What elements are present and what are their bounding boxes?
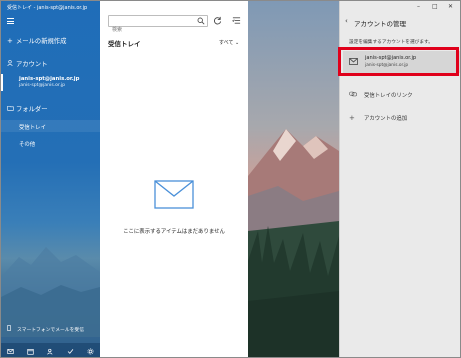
search-input[interactable] <box>109 25 194 35</box>
plus-icon: + <box>349 114 355 122</box>
close-icon[interactable]: ✕ <box>448 3 453 10</box>
folder-icon <box>7 105 16 113</box>
hamburger-menu-icon[interactable] <box>7 18 14 24</box>
background-landscape-image <box>248 1 339 357</box>
empty-envelope-icon <box>154 180 194 209</box>
add-account-button[interactable]: + アカウントの追加 <box>349 114 407 122</box>
new-mail-label: メールの新規作成 <box>16 38 67 45</box>
chevron-left-icon[interactable]: ‹ <box>345 17 348 25</box>
calendar-icon[interactable] <box>27 348 34 355</box>
filter-label: すべて <box>219 40 234 46</box>
link-inboxes-label: 受信トレイのリンク <box>364 93 413 99</box>
account-selected-indicator <box>1 74 3 91</box>
maximize-icon[interactable]: □ <box>432 3 438 10</box>
accounts-header-label: アカウント <box>16 61 48 68</box>
new-mail-button[interactable]: + メールの新規作成 <box>7 36 66 45</box>
settings-icon[interactable] <box>87 347 94 355</box>
phone-promo-link[interactable]: スマートフォンでメールを受信 <box>7 325 84 333</box>
navigation-pane: 受信トレイ - janis-spt@janis.or.jp + メールの新規作成 … <box>1 1 100 357</box>
phone-promo-label: スマートフォンでメールを受信 <box>17 328 85 333</box>
search-box[interactable] <box>108 15 208 35</box>
sync-icon[interactable] <box>213 16 222 25</box>
mail-icon[interactable] <box>7 348 15 355</box>
app-switcher-bar <box>1 343 100 357</box>
todo-icon[interactable] <box>67 348 74 355</box>
inbox-selection-bg <box>1 120 100 132</box>
empty-state-message: ここに表示するアイテムはまだありません <box>123 229 225 235</box>
selection-mode-icon[interactable] <box>232 16 241 25</box>
filter-dropdown[interactable]: すべて ⌄ <box>219 39 239 46</box>
add-account-label: アカウントの追加 <box>364 116 408 122</box>
panel-title: アカウントの管理 <box>354 20 406 28</box>
window-controls: – □ ✕ <box>339 1 460 13</box>
panel-hint: 設定を編集するアカウントを選びます。 <box>349 40 433 45</box>
chevron-down-icon: ⌄ <box>235 40 240 46</box>
people-icon[interactable] <box>47 348 54 355</box>
folder-other[interactable]: その他 <box>19 140 35 148</box>
accounts-header[interactable]: アカウント <box>7 59 47 68</box>
link-icon <box>349 91 364 99</box>
window-title: 受信トレイ - janis-spt@janis.or.jp <box>7 5 88 11</box>
folder-title: 受信トレイ <box>108 40 141 48</box>
background-mountain-image <box>1 247 100 337</box>
folders-header-label: フォルダー <box>16 106 48 113</box>
highlight-annotation-box <box>338 47 459 76</box>
folder-inbox[interactable]: 受信トレイ <box>19 123 46 131</box>
message-list-pane: 受信トレイ すべて ⌄ ここに表示するアイテムはまだありません <box>100 1 248 357</box>
minimize-icon[interactable]: – <box>417 3 420 10</box>
search-icon[interactable] <box>197 17 205 25</box>
folders-header[interactable]: フォルダー <box>7 104 47 113</box>
plus-icon: + <box>7 37 13 45</box>
link-inboxes-button[interactable]: 受信トレイのリンク <box>349 91 413 99</box>
phone-icon <box>7 325 17 333</box>
mail-app-window: 受信トレイ - janis-spt@janis.or.jp + メールの新規作成 … <box>0 0 461 358</box>
nav-account-name[interactable]: janis-spt@janis.or.jp <box>19 76 79 82</box>
person-icon <box>7 60 16 68</box>
nav-account-email: janis-spt@janis.or.jp <box>19 83 66 88</box>
